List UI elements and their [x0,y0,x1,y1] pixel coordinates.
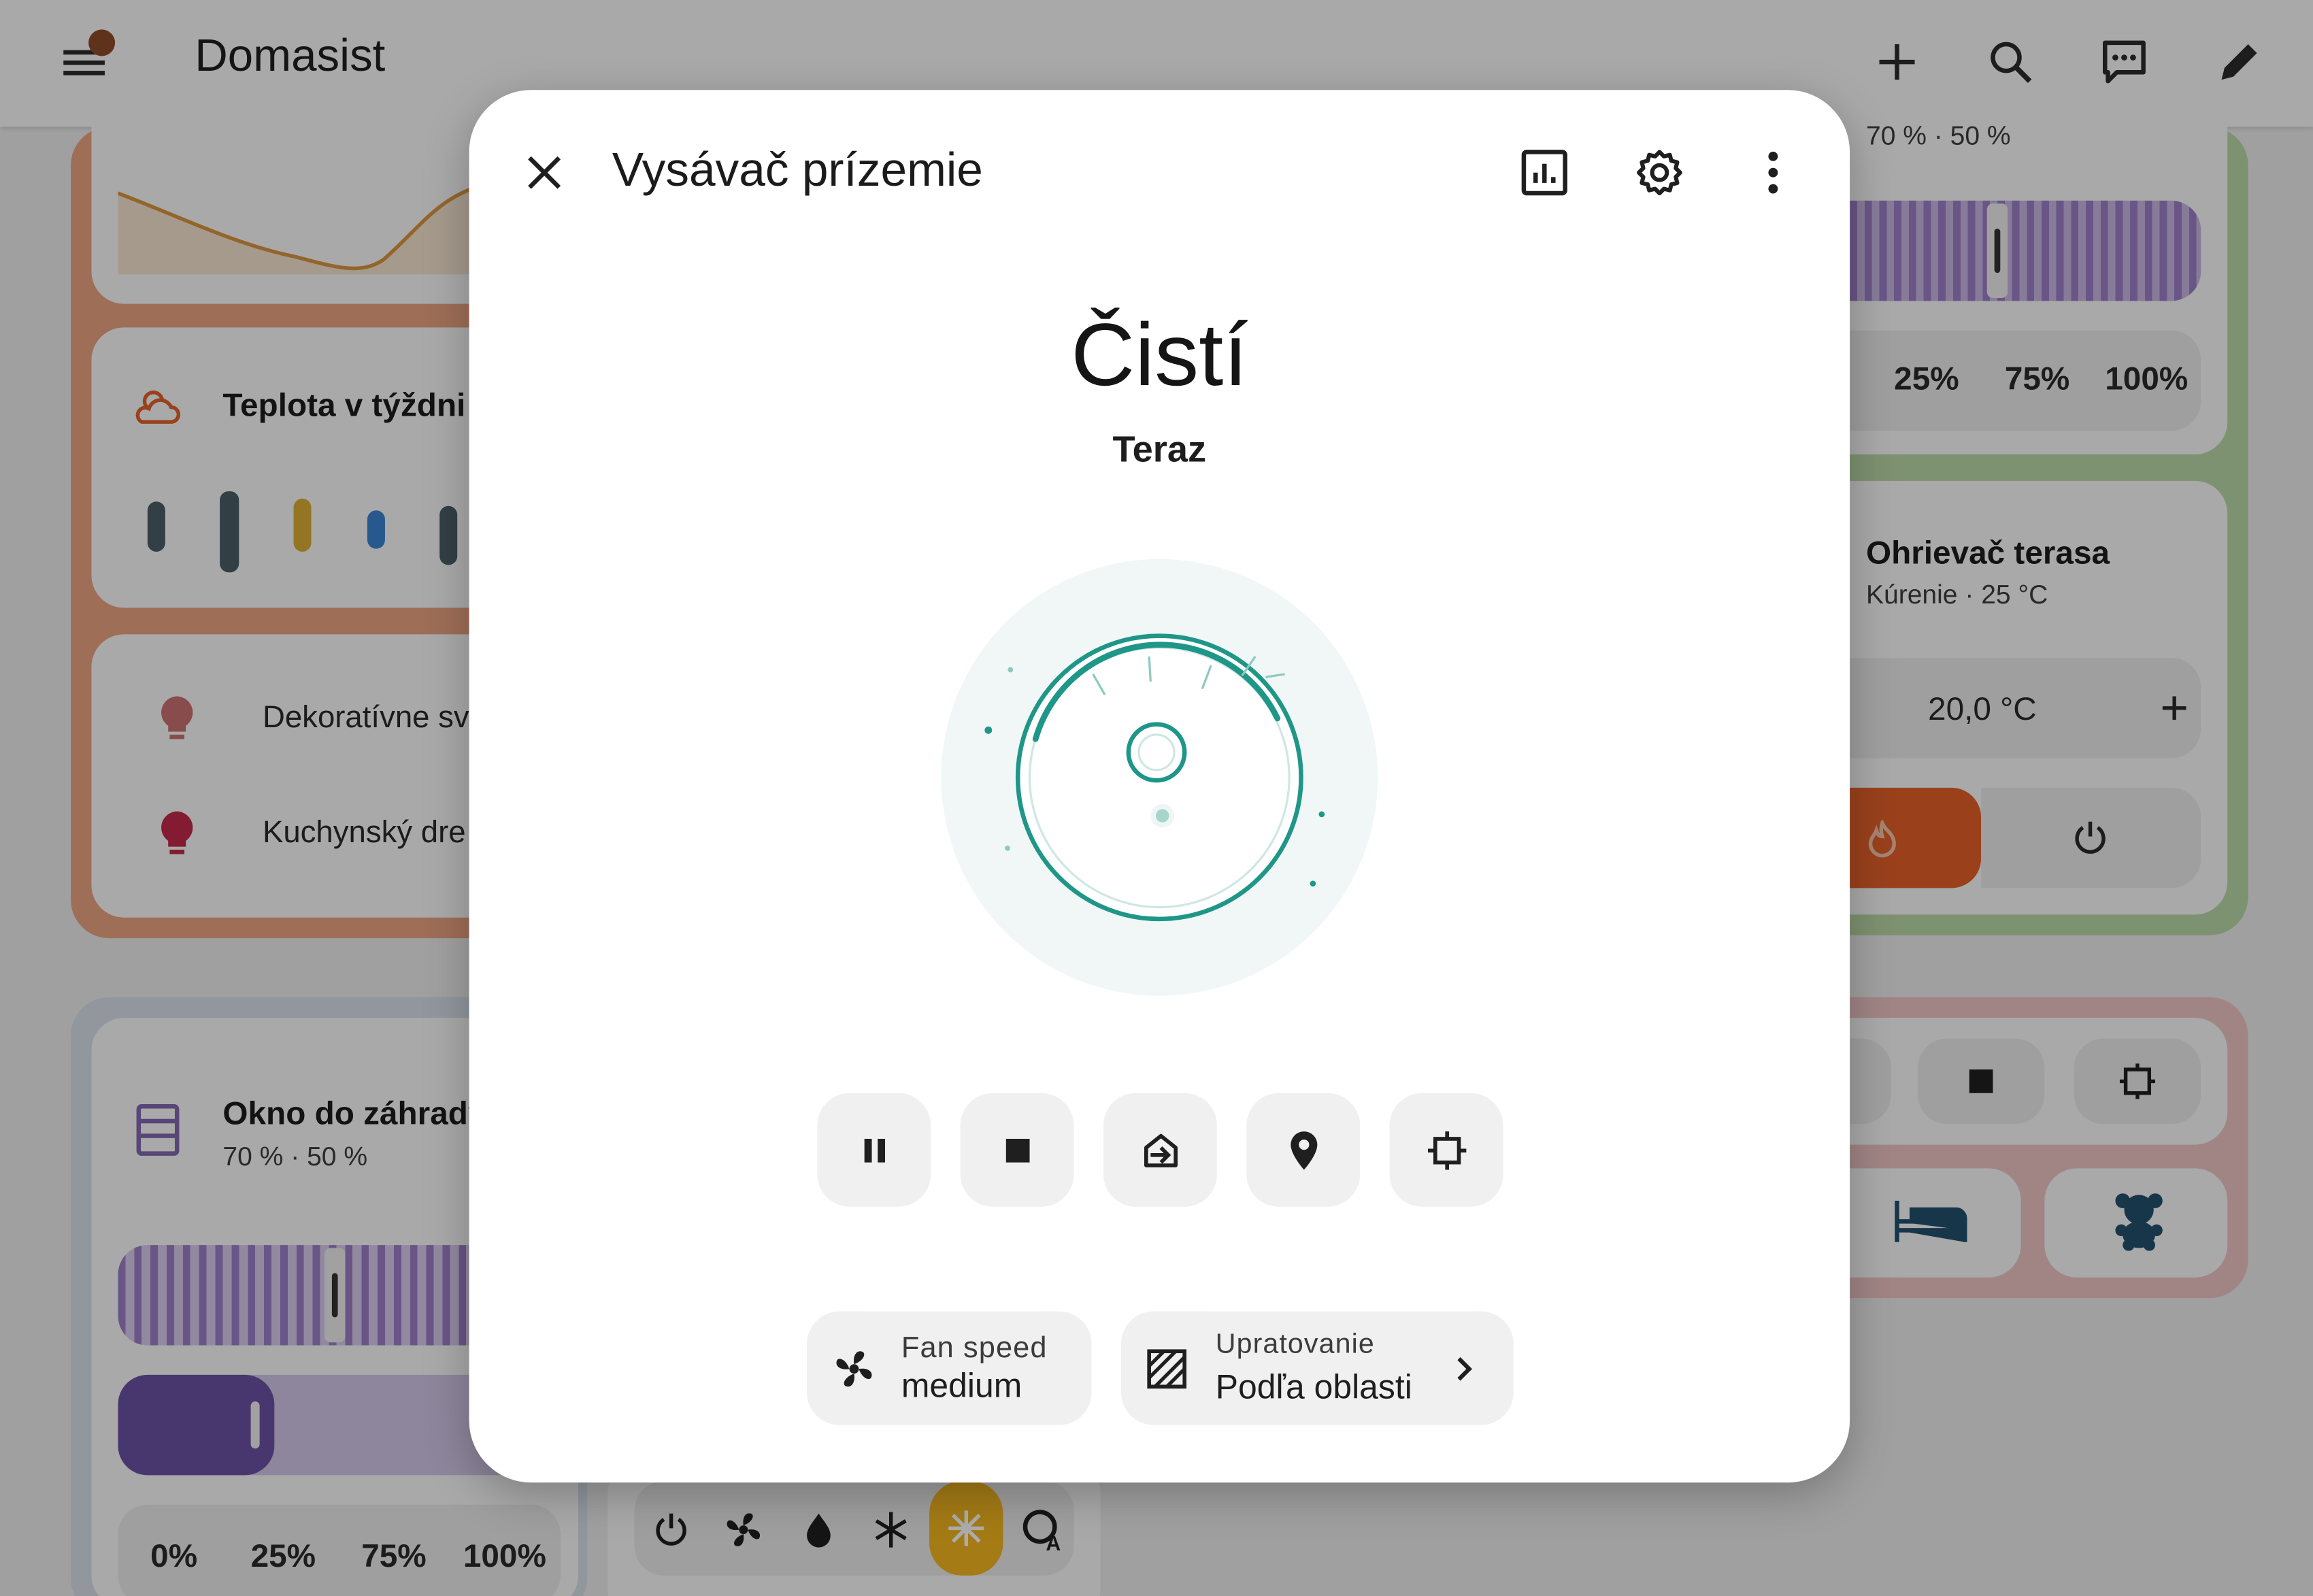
robot-vacuum-illustration [941,559,1378,996]
pause-button[interactable] [817,1093,931,1207]
map-marker-icon [1290,1131,1317,1169]
texture-box-icon [1147,1349,1187,1389]
fan-speed-selector[interactable]: Fan speed medium [807,1311,1092,1425]
target-variant-icon [1427,1131,1466,1169]
more-vertical-icon [1768,151,1778,194]
return-home-button[interactable] [1103,1093,1217,1207]
pause-icon [863,1137,884,1162]
stop-button[interactable] [960,1093,1074,1207]
more-options-button[interactable] [1740,139,1808,207]
clean-spot-button[interactable] [1389,1093,1503,1207]
cleaning-mode-value: Podľa oblasti [1215,1367,1412,1406]
dialog-title: Vysávač prízemie [612,143,983,197]
close-icon [528,156,561,189]
chart-box-icon [1521,150,1567,196]
vacuum-state: Čistí [1071,305,1248,405]
cleaning-mode-selector[interactable]: Upratovanie Podľa oblasti [1120,1311,1514,1425]
fan-speed-value: medium [901,1365,1022,1405]
locate-button[interactable] [1246,1093,1361,1207]
history-button[interactable] [1510,139,1578,207]
fan-icon [836,1351,872,1387]
state-time: Teraz [1112,429,1207,471]
chevron-right-icon [1457,1357,1472,1381]
close-button[interactable] [510,139,578,207]
vacuum-more-info-dialog: Vysávač prízemie Čistí Teraz Fan speed m… [469,90,1850,1483]
cleaning-mode-label: Upratovanie [1215,1329,1375,1361]
settings-button[interactable] [1626,139,1694,207]
fan-speed-label: Fan speed [901,1332,1048,1365]
home-import-icon [1143,1133,1177,1167]
stop-icon [1005,1137,1029,1162]
gear-icon [1637,150,1682,196]
